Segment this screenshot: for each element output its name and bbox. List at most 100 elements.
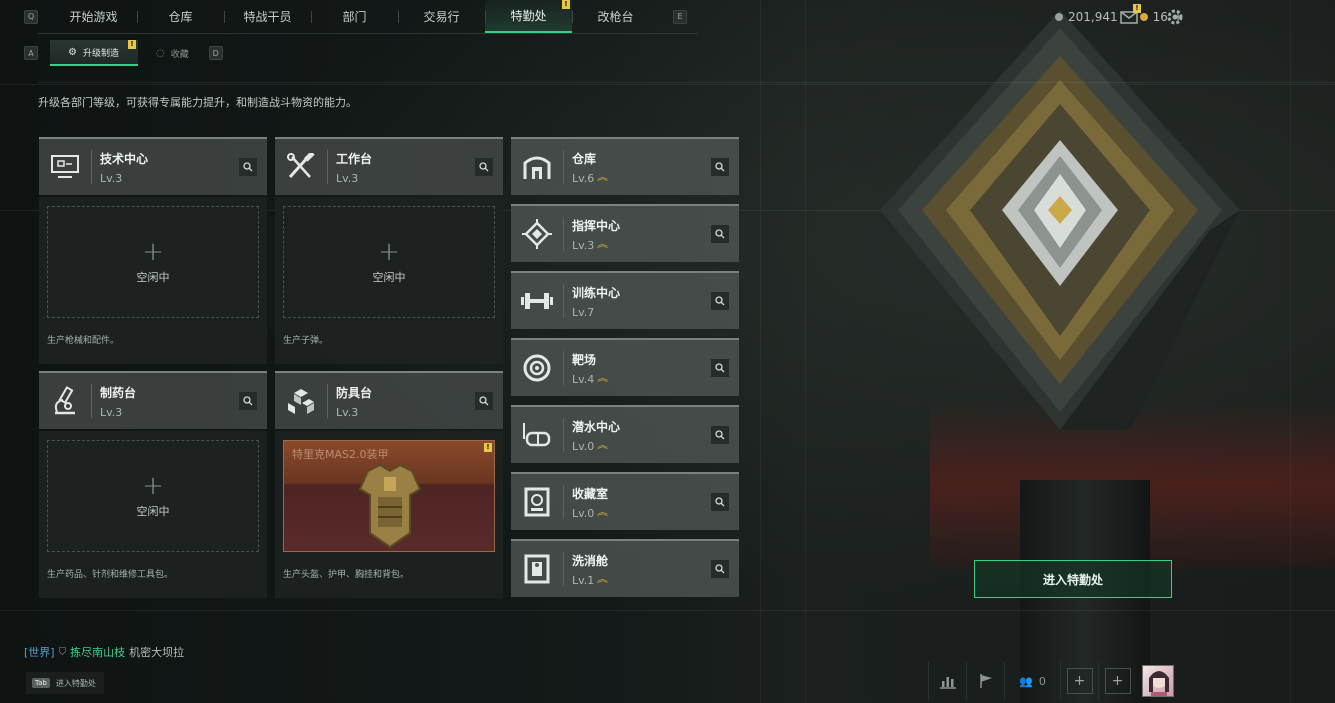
upgrade-available-icon: ︽ — [597, 173, 609, 183]
keyboard-hint[interactable]: Tab 进入特勤处 — [26, 672, 104, 694]
facility-name: 指挥中心 — [572, 218, 621, 233]
stats-chart-icon[interactable] — [928, 662, 966, 700]
dumbbell-icon — [511, 273, 563, 329]
special-ops-cube-illustration — [880, 10, 1240, 430]
tab-warehouse[interactable]: 仓库 — [137, 0, 224, 33]
avatar[interactable] — [1142, 665, 1174, 697]
facility-name: 洗消舱 — [572, 553, 609, 568]
bottom-toolbar: 👥 0 + + — [928, 662, 1174, 700]
workstation-level: Lv.3 — [100, 405, 123, 419]
workstation-armory[interactable]: 防具台 Lv.3 — [275, 371, 503, 429]
armor-vest-image — [358, 463, 422, 549]
workstation-level: Lv.3 — [336, 171, 359, 185]
subnav-next-key[interactable]: D — [208, 46, 223, 60]
facility-diving-center[interactable]: 潜水中心 Lv.0 ︽ — [511, 405, 739, 463]
search-icon[interactable] — [711, 158, 729, 176]
search-icon[interactable] — [711, 359, 729, 377]
facility-level: Lv.1 ︽ — [572, 573, 609, 587]
facility-collection-room[interactable]: 收藏室 Lv.0 ︽ — [511, 472, 739, 530]
upgrade-available-icon: ︽ — [597, 374, 609, 384]
search-icon[interactable] — [239, 392, 257, 410]
production-slot-empty[interactable]: + 空闲中 — [47, 206, 259, 318]
decon-pod-icon — [511, 541, 563, 597]
invite-slot-2[interactable]: + — [1098, 662, 1136, 700]
search-icon[interactable] — [711, 225, 729, 243]
facility-level: Lv.6 ︽ — [572, 171, 609, 185]
production-caption: 生产药品、针剂和维修工具包。 — [47, 570, 174, 580]
facility-name: 仓库 — [572, 151, 597, 166]
craft-icon: ⚙ — [68, 46, 77, 58]
currency-display[interactable]: 201,941 — [1055, 10, 1118, 24]
enter-special-ops-button[interactable]: 进入特勤处 — [974, 560, 1172, 598]
add-icon: + — [1104, 668, 1131, 694]
facility-level: Lv.7 — [572, 305, 595, 319]
production-panel: + 空闲中 生产枪械和配件。 — [39, 197, 267, 364]
chat-sender[interactable]: 拣尽南山枝 — [70, 644, 125, 660]
facility-name: 收藏室 — [572, 486, 609, 501]
production-slot-empty[interactable]: + 空闲中 — [283, 206, 495, 318]
settings-gear-icon[interactable] — [1165, 7, 1185, 27]
chip-icon — [511, 206, 563, 262]
flag-icon[interactable] — [966, 662, 1004, 700]
production-panel: 特里克MAS2.0装甲 ! 生产头盔、护甲、胸挂和背包。 — [275, 431, 503, 598]
tab-trading[interactable]: 交易行 — [398, 0, 485, 33]
production-caption: 生产枪械和配件。 — [47, 336, 120, 346]
production-slot-empty[interactable]: + 空闲中 — [47, 440, 259, 552]
mail-icon[interactable]: ! — [1119, 4, 1141, 27]
monitor-icon — [39, 139, 91, 195]
facility-level: Lv.3 ︽ — [572, 238, 609, 252]
target-icon — [511, 340, 563, 396]
coin-icon — [1055, 12, 1064, 21]
subnav-prev-key[interactable]: A — [24, 46, 38, 60]
workstation-level: Lv.3 — [336, 405, 359, 419]
add-icon: + — [1066, 668, 1093, 694]
workstation-name: 工作台 — [336, 151, 373, 166]
facility-warehouse[interactable]: 仓库 Lv.6 ︽ — [511, 137, 739, 195]
production-item-armor[interactable]: 特里克MAS2.0装甲 ! — [283, 440, 495, 552]
chat-channel: [世界] — [24, 646, 55, 659]
nav-prev-key[interactable]: Q — [24, 9, 38, 24]
search-icon[interactable] — [475, 392, 493, 410]
production-caption: 生产子弹。 — [283, 336, 329, 346]
workstation-workbench[interactable]: 工作台 Lv.3 — [275, 137, 503, 195]
tab-operators[interactable]: 特战干员 — [224, 0, 311, 33]
invite-slot-1[interactable]: + — [1060, 662, 1098, 700]
item-badge: ! — [484, 443, 492, 452]
facility-level: Lv.0 ︽ — [572, 506, 609, 520]
workstation-pharmacy[interactable]: 制药台 Lv.3 — [39, 371, 267, 429]
item-name: 特里克MAS2.0装甲 — [292, 448, 389, 461]
search-icon[interactable] — [711, 426, 729, 444]
tab-gunsmith[interactable]: 改枪台 — [572, 0, 659, 33]
upgrade-available-icon: ︽ — [597, 575, 609, 585]
tab-key: Tab — [32, 678, 50, 688]
divider — [38, 82, 1335, 83]
workstation-tech-center[interactable]: 技术中心 Lv.3 — [39, 137, 267, 195]
facility-shooting-range[interactable]: 靶场 Lv.4 ︽ — [511, 338, 739, 396]
search-icon[interactable] — [239, 158, 257, 176]
diving-mask-icon — [511, 407, 563, 463]
search-icon[interactable] — [711, 292, 729, 310]
tab-start-game[interactable]: 开始游戏 — [50, 0, 137, 33]
search-icon[interactable] — [711, 493, 729, 511]
search-icon[interactable] — [475, 158, 493, 176]
sub-nav: A ⚙ 升级制造 ! ◌ 收藏 D — [0, 40, 235, 66]
facility-decon-pod[interactable]: 洗消舱 Lv.1 ︽ — [511, 539, 739, 597]
cubes-icon — [275, 373, 327, 429]
friends-button[interactable]: 👥 0 — [1004, 662, 1060, 700]
tab-special-ops[interactable]: 特勤处 ! — [485, 0, 572, 33]
workstation-name: 防具台 — [336, 385, 373, 400]
facility-name: 靶场 — [572, 352, 597, 367]
subtab-collection[interactable]: ◌ 收藏 — [138, 40, 203, 66]
tab-department[interactable]: 部门 — [311, 0, 398, 33]
subtab-upgrade-craft[interactable]: ⚙ 升级制造 ! — [50, 40, 138, 66]
add-icon: + — [142, 471, 164, 501]
search-icon[interactable] — [711, 560, 729, 578]
shield-icon: ⛉ — [58, 646, 67, 658]
nav-next-key[interactable]: E — [673, 9, 687, 24]
world-chat-line[interactable]: [世界] ⛉ 拣尽南山枝 机密大坝拉 — [24, 644, 184, 660]
production-caption: 生产头盔、护甲、胸挂和背包。 — [283, 570, 410, 580]
facility-training-center[interactable]: 训练中心 Lv.7 — [511, 271, 739, 329]
facility-command-center[interactable]: 指挥中心 Lv.3 ︽ — [511, 204, 739, 262]
warehouse-icon — [511, 139, 563, 195]
vault-icon — [511, 474, 563, 530]
